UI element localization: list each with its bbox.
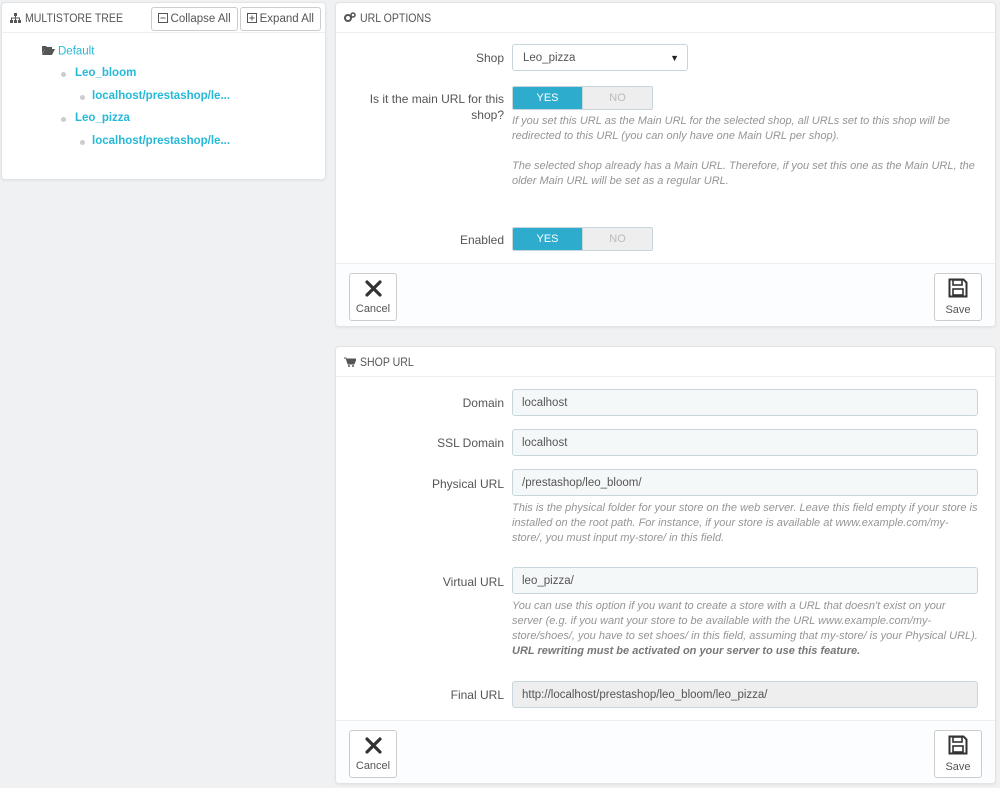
caret-down-icon: ▼ xyxy=(670,52,679,63)
physical-url-help: This is the physical folder for your sto… xyxy=(512,502,978,544)
shop-url-panel: SHOP URL Domain localhost SSL Domain loc… xyxy=(335,346,996,784)
cogs-icon xyxy=(344,12,356,23)
url-options-header: URL OPTIONS xyxy=(336,3,995,33)
plus-square-icon xyxy=(246,12,257,26)
enabled-switch[interactable]: YES NO xyxy=(512,227,653,251)
tree-bullet xyxy=(61,72,66,77)
tree-url-leo-bloom[interactable]: localhost/prestashop/le... xyxy=(92,90,230,102)
multistore-tree-panel: MULTISTORE TREE Collapse All Expand All … xyxy=(1,2,326,180)
floppy-disk-icon xyxy=(948,278,968,301)
url-options-title: URL OPTIONS xyxy=(360,10,432,25)
tree-bullet xyxy=(61,117,66,122)
main-url-label: Is it the main URL for this shop? xyxy=(369,92,504,122)
folder-open-icon xyxy=(42,45,55,58)
main-url-switch[interactable]: YES NO xyxy=(512,86,653,110)
expand-all-button[interactable]: Expand All xyxy=(239,7,321,31)
tree-bullet xyxy=(80,140,85,145)
main-url-help: If you set this URL as the Main URL for … xyxy=(512,115,950,142)
tree-bullet xyxy=(80,95,85,100)
url-options-footer: Cancel Save xyxy=(336,263,995,326)
main-url-warning: The selected shop already has a Main URL… xyxy=(512,160,975,187)
shop-url-footer: Cancel Save xyxy=(336,720,995,783)
tree-shop-leo-bloom[interactable]: Leo_bloom xyxy=(75,67,136,79)
save-button[interactable]: Save xyxy=(934,273,982,321)
virtual-url-input[interactable]: leo_pizza/ xyxy=(512,567,978,594)
close-icon xyxy=(364,279,382,300)
shop-url-title: SHOP URL xyxy=(360,354,414,369)
physical-url-input[interactable]: /prestashop/leo_bloom/ xyxy=(512,469,978,496)
virtual-url-help: You can use this option if you want to c… xyxy=(512,600,978,657)
shop-label: Shop xyxy=(475,51,504,65)
sitemap-icon xyxy=(10,12,21,23)
main-url-yes[interactable]: YES xyxy=(513,87,582,109)
final-url-label: Final URL xyxy=(450,688,504,702)
tree-url-leo-pizza[interactable]: localhost/prestashop/le... xyxy=(92,135,230,147)
domain-input[interactable]: localhost xyxy=(512,389,978,416)
cancel-button[interactable]: Cancel xyxy=(349,273,397,321)
ssl-domain-label: SSL Domain xyxy=(437,436,504,450)
floppy-disk-icon xyxy=(948,735,968,758)
shop-select[interactable]: Leo_pizza ▼ xyxy=(512,44,688,71)
virtual-url-label: Virtual URL xyxy=(442,575,504,589)
enabled-label: Enabled xyxy=(459,233,504,247)
enabled-yes[interactable]: YES xyxy=(513,228,582,250)
physical-url-label: Physical URL xyxy=(431,477,504,491)
final-url-input: http://localhost/prestashop/leo_bloom/le… xyxy=(512,681,978,708)
virtual-url-help-bold: URL rewriting must be activated on your … xyxy=(512,645,861,657)
shopping-cart-icon xyxy=(344,357,356,367)
ssl-domain-input[interactable]: localhost xyxy=(512,429,978,456)
tree-group-default[interactable]: Default xyxy=(42,45,94,58)
collapse-all-button[interactable]: Collapse All xyxy=(150,7,238,31)
url-options-panel: URL OPTIONS Shop Leo_pizza ▼ Is it the m… xyxy=(335,2,996,327)
tree-shop-leo-pizza[interactable]: Leo_pizza xyxy=(75,112,130,124)
minus-square-icon xyxy=(157,12,168,26)
domain-label: Domain xyxy=(462,396,504,410)
enabled-no[interactable]: NO xyxy=(582,228,652,250)
multistore-tree-title: MULTISTORE TREE xyxy=(25,10,123,25)
cancel-button[interactable]: Cancel xyxy=(349,730,397,778)
shop-url-header: SHOP URL xyxy=(336,347,995,377)
main-url-no[interactable]: NO xyxy=(582,87,652,109)
save-button[interactable]: Save xyxy=(934,730,982,778)
close-icon xyxy=(364,736,382,757)
